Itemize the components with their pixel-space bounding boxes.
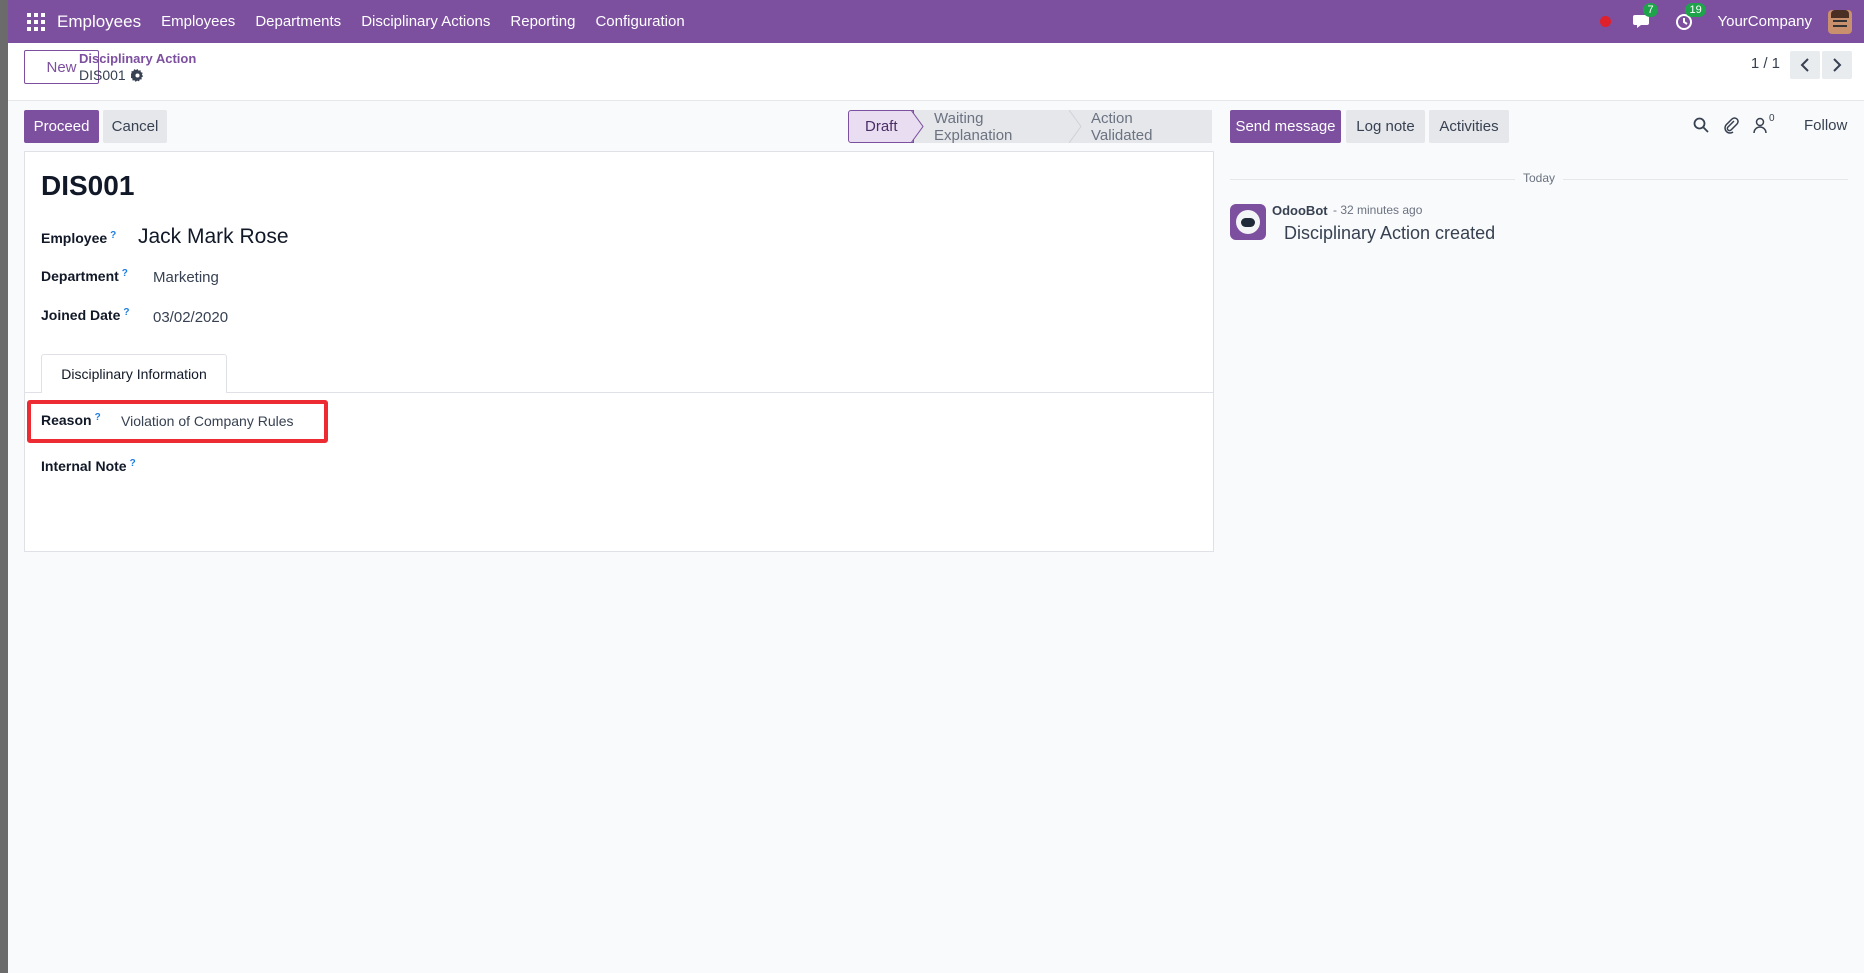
reason-label-text: Reason [41,412,92,428]
user-avatar[interactable] [1828,9,1852,34]
paperclip-icon[interactable] [1722,116,1740,134]
reason-label: Reason? [41,412,101,428]
proceed-button[interactable]: Proceed [24,110,99,143]
form-sheet: DIS001 Employee? Jack Mark Rose Departme… [24,151,1214,552]
internal-note-editor[interactable] [41,482,1191,532]
department-label-text: Department [41,268,119,284]
menu-configuration[interactable]: Configuration [595,13,684,30]
pager-next-button[interactable] [1822,51,1852,79]
stage-action-validated[interactable]: Action Validated [1071,110,1212,144]
employee-help-icon[interactable]: ? [110,230,116,241]
activities-clock-icon[interactable]: 19 [1675,2,1706,32]
search-icon[interactable] [1692,116,1710,134]
log-note-button[interactable]: Log note [1346,110,1425,143]
internal-note-help-icon[interactable]: ? [130,458,136,469]
breadcrumb-current-label: DIS001 [79,67,126,83]
robot-face-icon [1236,210,1260,234]
breadcrumb-parent-link[interactable]: Disciplinary Action [79,51,196,66]
menu-disciplinary-actions[interactable]: Disciplinary Actions [361,13,490,30]
app-brand[interactable]: Employees [57,12,141,32]
joined-date-help-icon[interactable]: ? [123,307,129,318]
send-message-button[interactable]: Send message [1230,110,1341,143]
reason-help-icon[interactable]: ? [95,412,101,423]
window-edge [0,0,8,973]
chevron-left-icon [1800,58,1809,72]
employee-label: Employee? [41,230,116,246]
department-help-icon[interactable]: ? [122,268,128,279]
message-author[interactable]: OdooBot [1272,203,1328,218]
activities-badge: 19 [1685,2,1706,17]
stage-separator-1 [911,110,924,143]
stage-draft[interactable]: Draft [848,110,914,143]
reason-field[interactable]: Violation of Company Rules [121,413,294,429]
chevron-right-icon [1833,58,1842,72]
joined-date-label-text: Joined Date [41,307,121,323]
stage-waiting-explanation[interactable]: Waiting Explanation [914,110,1071,144]
pager-previous-button[interactable] [1790,51,1820,79]
tab-disciplinary-information[interactable]: Disciplinary Information [41,354,227,393]
message-timestamp: - 32 minutes ago [1333,203,1423,217]
joined-date-field[interactable]: 03/02/2020 [153,309,228,326]
internal-note-label: Internal Note? [41,458,136,474]
menu-departments[interactable]: Departments [255,13,341,30]
menu-reporting[interactable]: Reporting [510,13,575,30]
joined-date-label: Joined Date? [41,307,129,323]
cancel-button[interactable]: Cancel [103,110,167,143]
breadcrumb-current: DIS001 [79,67,144,83]
internal-note-label-text: Internal Note [41,458,127,474]
menu-employees[interactable]: Employees [161,13,235,30]
stage-separator-2 [1069,110,1082,143]
follow-button[interactable]: Follow [1804,117,1847,134]
recording-indicator-icon[interactable] [1600,16,1612,27]
department-label: Department? [41,268,128,284]
apps-grid-icon[interactable] [27,12,45,31]
activities-button[interactable]: Activities [1429,110,1509,143]
messages-icon[interactable]: 7 [1633,2,1658,32]
company-switcher[interactable]: YourCompany [1717,13,1812,30]
record-title[interactable]: DIS001 [41,170,134,202]
messages-badge: 7 [1643,2,1658,17]
odoobot-avatar[interactable] [1230,204,1266,240]
date-separator-label: Today [1515,171,1564,185]
pager-value[interactable]: 1 / 1 [1751,55,1780,72]
message-body: Disciplinary Action created [1284,223,1496,243]
followers-icon[interactable] [1752,116,1770,134]
control-panel: New Disciplinary Action DIS001 1 / 1 [8,43,1864,101]
top-navbar: Employees Employees Departments Discipli… [8,0,1864,43]
department-field[interactable]: Marketing [153,269,219,286]
followers-count: 0 [1769,113,1775,124]
status-bar: Draft Waiting Explanation Action Validat… [848,110,1212,144]
employee-label-text: Employee [41,230,108,246]
employee-field[interactable]: Jack Mark Rose [138,225,289,249]
gear-icon[interactable] [129,68,144,82]
